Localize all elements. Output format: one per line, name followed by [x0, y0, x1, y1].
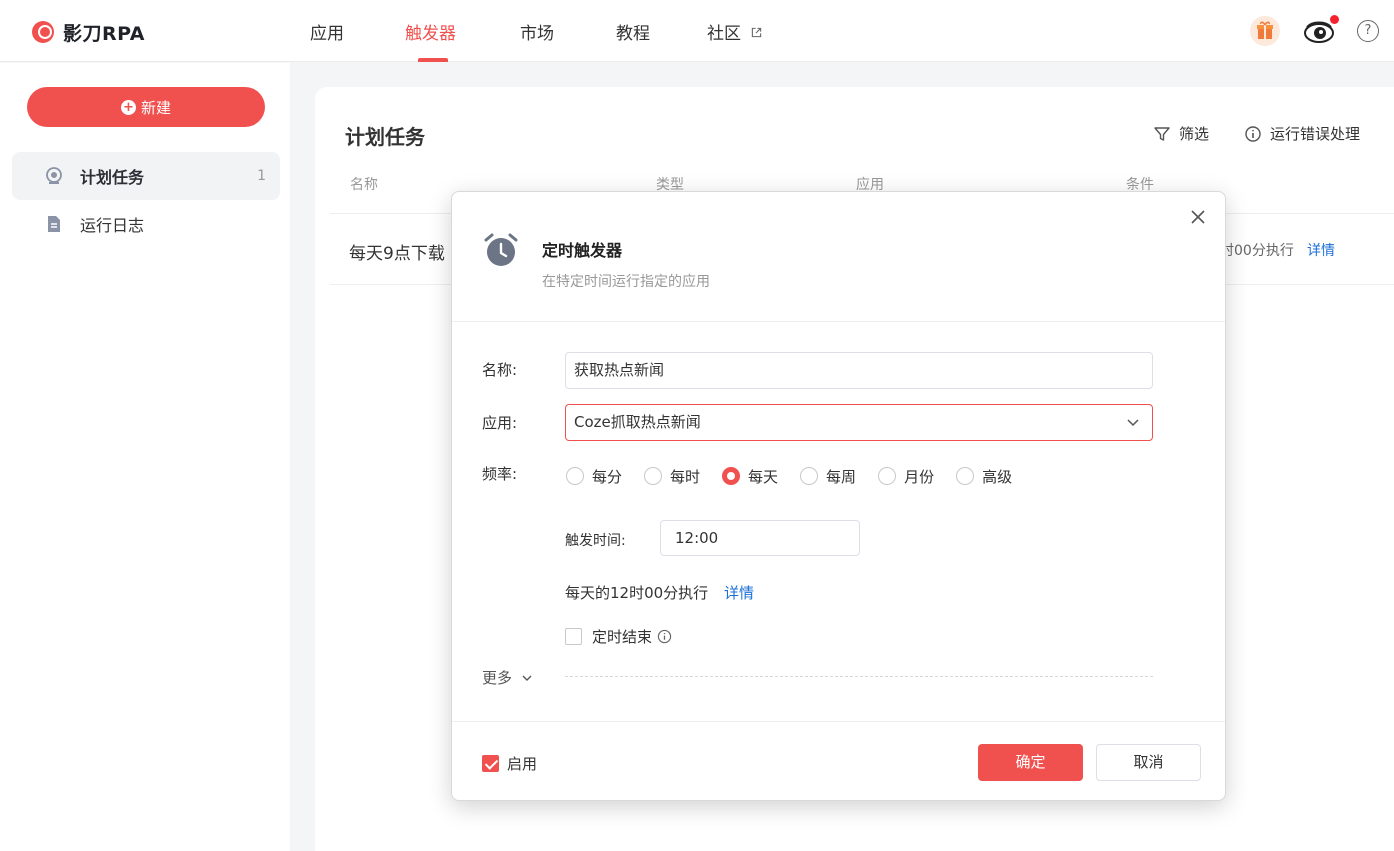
app-label: 应用:	[482, 414, 518, 432]
error-handling-label: 运行错误处理	[1270, 125, 1361, 143]
cancel-button[interactable]: 取消	[1096, 744, 1201, 781]
table-row-detail-link[interactable]: 详情	[1307, 240, 1335, 260]
info-icon	[1245, 125, 1261, 142]
enable-checkbox[interactable]	[482, 755, 499, 772]
filter-button[interactable]: 筛选	[1153, 123, 1209, 144]
radio-label: 月份	[904, 467, 935, 486]
more-divider	[565, 676, 1153, 677]
nav-item-tutorials[interactable]: 教程	[616, 19, 650, 44]
radio-dot	[566, 467, 584, 485]
radio-every-minute[interactable]: 每分	[566, 466, 622, 487]
info-icon[interactable]	[657, 629, 672, 644]
table-row-condition: 时00分执行	[1220, 243, 1294, 259]
active-nav-indicator	[418, 58, 448, 62]
name-field[interactable]: 获取热点新闻	[565, 352, 1153, 389]
nav-item-community[interactable]: 社区	[707, 19, 762, 44]
dialog-divider	[452, 321, 1225, 322]
chevron-down-icon	[1127, 419, 1139, 427]
page-title: 计划任务	[345, 125, 425, 149]
help-icon[interactable]: ?	[1357, 20, 1379, 42]
name-field-value: 获取热点新闻	[574, 361, 665, 379]
sidebar-item-label: 运行日志	[80, 216, 145, 235]
nav-item-apps[interactable]: 应用	[310, 19, 344, 44]
app-select[interactable]: Coze抓取热点新闻	[565, 404, 1153, 441]
nav-item-triggers[interactable]: 触发器	[405, 19, 456, 44]
brand-logo-icon	[32, 21, 54, 43]
external-link-icon	[752, 27, 762, 38]
document-icon	[48, 216, 60, 232]
new-button[interactable]: + 新建	[27, 87, 265, 127]
name-label: 名称:	[482, 361, 518, 379]
radio-every-hour[interactable]: 每时	[644, 466, 700, 487]
radio-dot	[722, 467, 741, 485]
schedule-icon	[46, 167, 62, 184]
plus-icon: +	[120, 99, 136, 115]
dialog-title: 定时触发器	[542, 241, 623, 260]
timed-end-option: 定时结束	[565, 626, 672, 647]
enable-label: 启用	[507, 755, 538, 773]
alarm-clock-icon	[484, 233, 518, 266]
confirm-button[interactable]: 确定	[978, 744, 1083, 781]
more-toggle[interactable]: 更多	[482, 667, 533, 688]
timer-trigger-dialog: 定时触发器 在特定时间运行指定的应用 名称: 获取热点新闻 应用: Coze抓取…	[451, 191, 1226, 801]
app-select-value: Coze抓取热点新闻	[574, 413, 701, 431]
radio-advanced[interactable]: 高级	[956, 466, 1012, 487]
notification-dot	[1330, 15, 1339, 24]
sidebar-item-run-logs[interactable]: 运行日志	[12, 200, 280, 248]
radio-label: 每天	[748, 467, 779, 486]
radio-dot	[800, 467, 819, 485]
radio-label: 每时	[670, 467, 701, 486]
gift-icon[interactable]	[1250, 16, 1280, 46]
brand[interactable]: 影刀RPA	[32, 18, 145, 46]
radio-dot	[644, 467, 663, 485]
sidebar: + 新建 计划任务 1 运行日志	[0, 63, 290, 851]
error-handling-button[interactable]: 运行错误处理	[1244, 123, 1360, 144]
frequency-label: 频率:	[482, 465, 518, 483]
radio-monthly[interactable]: 月份	[878, 466, 934, 487]
schedule-detail-link[interactable]: 详情	[724, 582, 754, 603]
trigger-time-input[interactable]: 12:00	[660, 520, 860, 556]
radio-every-day[interactable]: 每天	[722, 466, 778, 487]
trigger-time-value: 12:00	[675, 529, 719, 547]
radio-dot	[878, 467, 897, 485]
enable-option: 启用	[482, 753, 537, 774]
chevron-down-icon	[522, 675, 532, 681]
timed-end-label: 定时结束	[592, 628, 653, 646]
filter-label: 筛选	[1179, 125, 1210, 143]
close-icon[interactable]	[1189, 208, 1207, 226]
nav-item-community-label: 社区	[707, 24, 741, 44]
radio-every-week[interactable]: 每周	[800, 466, 856, 487]
sidebar-item-label: 计划任务	[80, 168, 145, 187]
trigger-time-label: 触发时间:	[565, 533, 626, 549]
radio-label: 高级	[982, 467, 1013, 486]
more-label: 更多	[482, 669, 513, 687]
sidebar-item-count: 1	[257, 168, 266, 184]
radio-label: 每周	[826, 467, 857, 486]
radio-dot	[956, 467, 975, 485]
sidebar-item-scheduled-tasks[interactable]: 计划任务 1	[12, 152, 280, 200]
nav-item-market[interactable]: 市场	[520, 19, 554, 44]
dialog-divider	[452, 721, 1225, 722]
dialog-subtitle: 在特定时间运行指定的应用	[542, 274, 710, 290]
schedule-summary: 每天的12时00分执行	[565, 584, 709, 602]
brand-name: 影刀RPA	[63, 22, 146, 45]
top-navigation-bar: 影刀RPA 应用 触发器 市场 教程 社区 ?	[0, 0, 1394, 62]
filter-icon	[1154, 126, 1170, 141]
table-row-name[interactable]: 每天9点下载	[349, 239, 445, 264]
timed-end-checkbox[interactable]	[565, 628, 582, 645]
new-button-label: 新建	[140, 98, 171, 117]
column-header-name: 名称	[350, 177, 378, 193]
frequency-radio-group: 每分 每时 每天 每周 月份 高级	[566, 465, 1034, 487]
radio-label: 每分	[592, 467, 623, 486]
